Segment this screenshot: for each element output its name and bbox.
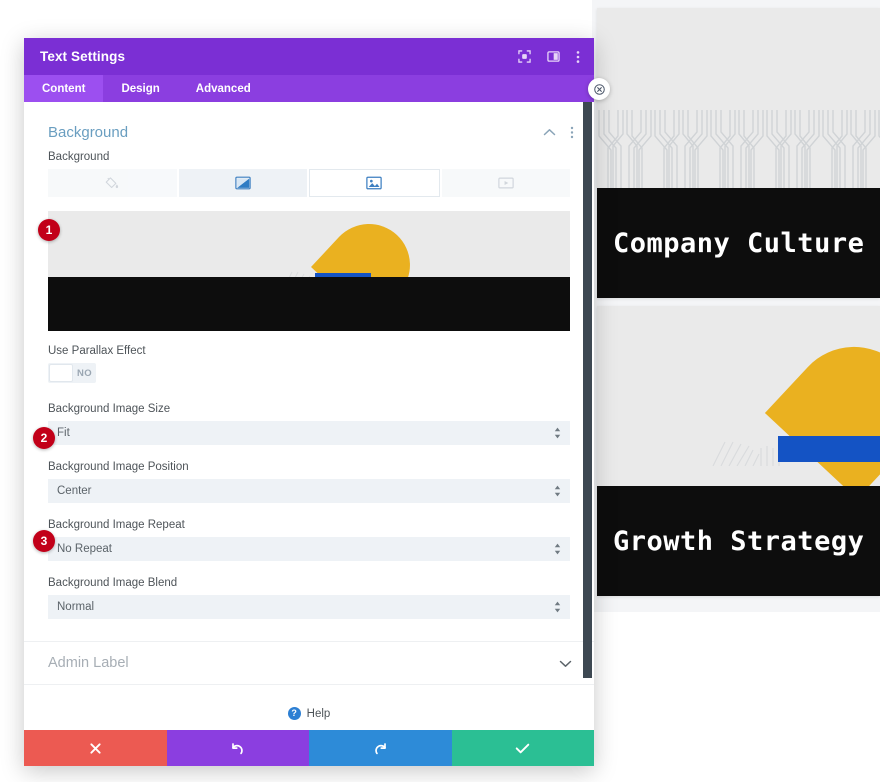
background-image-blend-select[interactable]: Normal [48, 595, 570, 619]
background-field-label: Background [48, 151, 110, 163]
background-image-position-field: Background Image Position Center [24, 461, 594, 503]
page-preview-panel: Company Culture Growth Strategy [592, 0, 880, 612]
undo-button[interactable] [166, 730, 309, 766]
background-image-preview[interactable] [48, 211, 570, 331]
background-image-size-field: Background Image Size Fit [24, 403, 594, 445]
tab-advanced[interactable]: Advanced [178, 75, 269, 102]
background-image-repeat-select[interactable]: No Repeat [48, 537, 570, 561]
modal-header: Text Settings [24, 38, 594, 75]
modal-title: Text Settings [40, 49, 126, 64]
select-arrows-icon [554, 543, 561, 555]
preview-card-title: Company Culture [613, 227, 865, 259]
admin-label-section[interactable]: Admin Label [24, 641, 594, 685]
help-link[interactable]: ? Help [24, 685, 594, 720]
admin-label-title: Admin Label [48, 655, 129, 671]
select-arrows-icon [554, 427, 561, 439]
select-value: Center [57, 485, 92, 497]
hatch-lines-icon [712, 441, 780, 466]
save-button[interactable] [451, 730, 594, 766]
background-image-size-select[interactable]: Fit [48, 421, 570, 445]
geometric-line-pattern-icon [597, 110, 880, 188]
preview-card-growth-strategy[interactable]: Growth Strategy [597, 306, 880, 596]
annotation-badge-2: 2 [33, 427, 55, 449]
background-type-field: Background [24, 151, 594, 197]
background-color-tab[interactable] [48, 169, 177, 197]
background-image-tab[interactable] [309, 169, 440, 197]
parallax-label: Use Parallax Effect [48, 345, 146, 357]
parallax-toggle[interactable]: NO [48, 363, 96, 383]
background-image-blend-label: Background Image Blend [48, 577, 178, 589]
preview-card-title: Growth Strategy [613, 525, 865, 557]
focus-target-icon[interactable] [518, 50, 531, 63]
annotation-badge-1: 1 [38, 219, 60, 241]
toggle-knob [49, 364, 73, 382]
redo-button[interactable] [309, 730, 452, 766]
preview-card-title-bar: Growth Strategy [597, 486, 880, 596]
select-value: No Repeat [57, 543, 112, 555]
section-title: Background [48, 124, 129, 141]
background-image-blend-field: Background Image Blend Normal [24, 577, 594, 619]
preview-card-image-sun [597, 306, 880, 486]
preview-card-company-culture[interactable]: Company Culture [597, 8, 880, 298]
tab-content[interactable]: Content [24, 75, 104, 102]
help-label: Help [306, 707, 331, 720]
background-gradient-tab[interactable] [178, 169, 307, 197]
modal-scrollbar[interactable] [583, 102, 592, 678]
select-arrows-icon [554, 601, 561, 613]
help-question-icon: ? [287, 707, 301, 720]
background-image-repeat-field: Background Image Repeat No Repeat [24, 519, 594, 561]
cancel-button[interactable] [24, 730, 167, 766]
background-image-position-label: Background Image Position [48, 461, 189, 473]
background-image-size-label: Background Image Size [48, 403, 171, 415]
background-section-header: Background [24, 102, 594, 151]
modal-body: Background Background Use Parallax Effec… [24, 102, 594, 730]
background-image-repeat-label: Background Image Repeat [48, 519, 185, 531]
modal-footer [24, 730, 594, 766]
select-value: Fit [57, 427, 70, 439]
select-arrows-icon [554, 485, 561, 497]
background-video-tab[interactable] [441, 169, 570, 197]
chevron-down-icon[interactable] [559, 659, 572, 668]
blue-bar-shape [778, 436, 880, 462]
background-image-position-select[interactable]: Center [48, 479, 570, 503]
chevron-up-icon[interactable] [543, 128, 556, 137]
section-controls [543, 126, 574, 139]
close-icon[interactable] [588, 78, 610, 100]
preview-card-title-bar: Company Culture [597, 188, 880, 298]
parallax-field: Use Parallax Effect NO [24, 345, 594, 387]
annotation-badge-3: 3 [33, 530, 55, 552]
modal-header-icons [518, 50, 580, 64]
background-type-tabs [48, 169, 570, 197]
preview-card-image-pattern [597, 8, 880, 188]
panel-layout-icon[interactable] [547, 50, 560, 63]
toggle-value: NO [77, 367, 93, 379]
kebab-icon[interactable] [570, 126, 574, 139]
more-options-icon[interactable] [576, 50, 580, 64]
black-strip-shape [48, 277, 570, 331]
modal-tab-bar: Content Design Advanced [24, 75, 594, 102]
select-value: Normal [57, 601, 95, 613]
text-settings-modal: Text Settings Content Design Advanced Ba… [24, 38, 594, 766]
tab-design[interactable]: Design [103, 75, 177, 102]
screen-root: Company Culture Growth Strategy Text Set… [0, 0, 880, 782]
